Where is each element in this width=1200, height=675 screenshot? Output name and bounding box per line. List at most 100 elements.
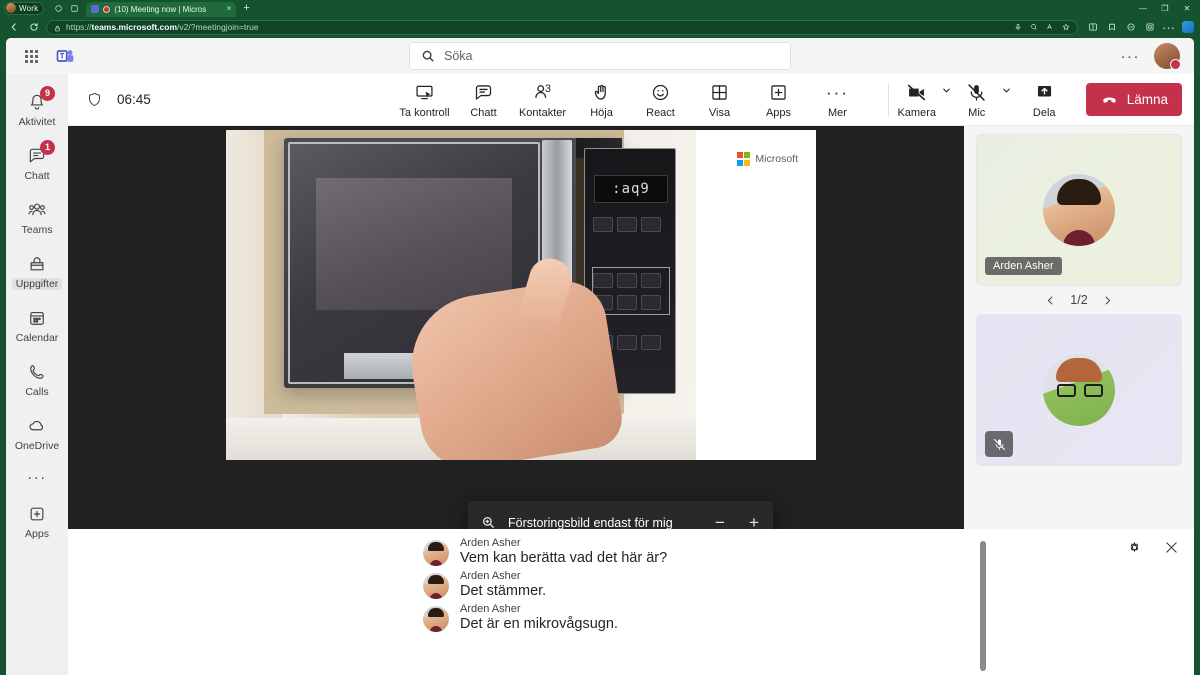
app-body: 9 Aktivitet 1 Chatt Teams Uppgifter Cale…: [6, 74, 1194, 675]
caption-avatar: [423, 573, 449, 599]
caption-text: Det stämmer.: [460, 583, 547, 599]
zoom-icon[interactable]: [1029, 23, 1038, 32]
caption-row: Arden Asher Det stämmer.: [423, 568, 1194, 601]
camera-toggle[interactable]: Kamera: [895, 81, 939, 119]
app-launcher-icon[interactable]: [18, 49, 44, 63]
microwave-display: :aq9: [594, 175, 668, 203]
mic-toggle[interactable]: Mic: [955, 81, 999, 119]
user-avatar[interactable]: [1154, 43, 1181, 70]
tool-kontakter[interactable]: 3 Kontakter: [513, 81, 572, 119]
caption-avatar: [423, 540, 449, 566]
caption-avatar: [423, 606, 449, 632]
read-aloud-icon[interactable]: [1045, 23, 1054, 32]
microsoft-logo: Microsoft: [736, 152, 798, 166]
tool-mer[interactable]: ··· Mer: [808, 81, 867, 119]
microsoft-logo-icon: [736, 152, 751, 166]
sidebar-item-teams[interactable]: Teams: [6, 190, 68, 244]
tab-close-icon[interactable]: ×: [227, 5, 232, 13]
sidebar-item-chatt[interactable]: 1 Chatt: [6, 136, 68, 190]
sidebar-label-uppgifter: Uppgifter: [11, 277, 63, 290]
search-icon: [421, 49, 435, 63]
browser-essentials-icon[interactable]: [1125, 22, 1136, 33]
more-dots-icon: ···: [826, 82, 849, 102]
tool-chatt[interactable]: Chatt: [454, 81, 513, 119]
roster-prev-icon[interactable]: [1045, 295, 1056, 306]
tool-hoja[interactable]: Höja: [572, 81, 631, 119]
mic-off-icon: [966, 81, 987, 104]
window-minimize-button[interactable]: —: [1132, 0, 1154, 16]
microphone-icon[interactable]: [1013, 23, 1022, 32]
participant-tile-1[interactable]: Arden Asher: [976, 134, 1182, 286]
favorite-star-icon[interactable]: [1061, 23, 1070, 32]
tool-label-visa: Visa: [708, 106, 731, 119]
tab-group-icon[interactable]: [66, 0, 82, 16]
mic-chevron-down-icon[interactable]: [999, 85, 1015, 96]
teams-app-header: Söka ···: [6, 38, 1194, 74]
copilot-icon[interactable]: [1182, 21, 1194, 33]
window-maximize-button[interactable]: ❐: [1154, 0, 1176, 16]
sidebar-item-calendar[interactable]: Calendar: [6, 298, 68, 352]
tool-apps[interactable]: Apps: [749, 81, 808, 119]
participant-avatar-1: [1043, 174, 1115, 246]
glasses-icon: [1057, 384, 1103, 397]
sidebar-item-calls[interactable]: Calls: [6, 352, 68, 406]
browser-toolbar-right: ···: [1083, 20, 1194, 35]
tab-title: (10) Meeting now | Micros: [114, 4, 207, 14]
workspaces-icon[interactable]: [50, 0, 66, 16]
slide-photo: :aq9: [226, 130, 696, 460]
captions-scrollbar[interactable]: [980, 541, 986, 671]
caption-body: Arden Asher Vem kan berätta vad det här …: [460, 537, 667, 566]
leave-button[interactable]: Lämna: [1085, 83, 1182, 116]
participant-avatar-2: [1043, 354, 1115, 426]
tool-ta-kontroll[interactable]: Ta kontroll: [395, 81, 454, 119]
caption-text: Vem kan berätta vad det här är?: [460, 550, 668, 566]
sidebar-item-apps[interactable]: Apps: [6, 494, 68, 548]
presentation-slide[interactable]: :aq9 Microsoft: [226, 130, 816, 460]
tool-react[interactable]: React: [631, 81, 690, 119]
split-screen-icon[interactable]: [1087, 22, 1098, 33]
sidebar-more-button[interactable]: ···: [6, 460, 68, 494]
browser-more-icon[interactable]: ···: [1162, 20, 1175, 35]
app-more-button[interactable]: ···: [1121, 49, 1141, 64]
sidebar-item-uppgifter[interactable]: Uppgifter: [6, 244, 68, 298]
caption-text: Det är en mikrovågsugn.: [460, 616, 618, 632]
microsoft-logo-text: Microsoft: [755, 152, 798, 165]
teams-favicon: [91, 5, 100, 13]
caption-speaker: Arden Asher: [460, 603, 521, 615]
window-close-button[interactable]: ✕: [1176, 0, 1198, 16]
sidebar-item-aktivitet[interactable]: 9 Aktivitet: [6, 82, 68, 136]
tool-label-chatt: Chatt: [470, 106, 497, 119]
view-grid-icon: [709, 81, 730, 104]
collections-icon[interactable]: [1106, 22, 1117, 33]
camera-chevron-down-icon[interactable]: [939, 85, 955, 96]
participant-tile-2[interactable]: [976, 314, 1182, 466]
raise-hand-icon: [591, 81, 612, 104]
tool-label-kontakter: Kontakter: [518, 106, 567, 119]
close-icon[interactable]: [1163, 539, 1180, 556]
extensions-icon[interactable]: [1144, 22, 1155, 33]
roster-next-icon[interactable]: [1102, 295, 1113, 306]
panel-button: [641, 273, 661, 288]
share-button[interactable]: Dela: [1015, 81, 1074, 119]
tool-visa[interactable]: Visa: [690, 81, 749, 119]
browser-tab[interactable]: (10) Meeting now | Micros ×: [86, 1, 237, 17]
panel-button: [617, 335, 637, 350]
mic-label: Mic: [968, 106, 986, 119]
reload-icon[interactable]: [26, 20, 41, 35]
apps-icon: [768, 81, 789, 104]
profile-avatar: [6, 3, 16, 13]
gear-icon[interactable]: [1126, 539, 1143, 556]
panel-button: [593, 217, 613, 232]
search-bar[interactable]: Söka: [409, 42, 791, 70]
back-icon[interactable]: [6, 20, 21, 35]
browser-profile-pill[interactable]: Work: [4, 1, 45, 15]
meeting-timer: 06:45: [117, 92, 151, 107]
new-tab-button[interactable]: +: [243, 2, 249, 14]
sidebar-item-onedrive[interactable]: OneDrive: [6, 406, 68, 460]
lock-icon: [54, 20, 61, 35]
address-bar[interactable]: https://teams.microsoft.com/v2/?meetingj…: [46, 19, 1078, 35]
tool-label-hoja: Höja: [590, 106, 613, 119]
browser-navbar: https://teams.microsoft.com/v2/?meetingj…: [0, 16, 1200, 38]
apps-plus-icon: [26, 503, 48, 525]
participants-count: 3: [544, 82, 551, 95]
